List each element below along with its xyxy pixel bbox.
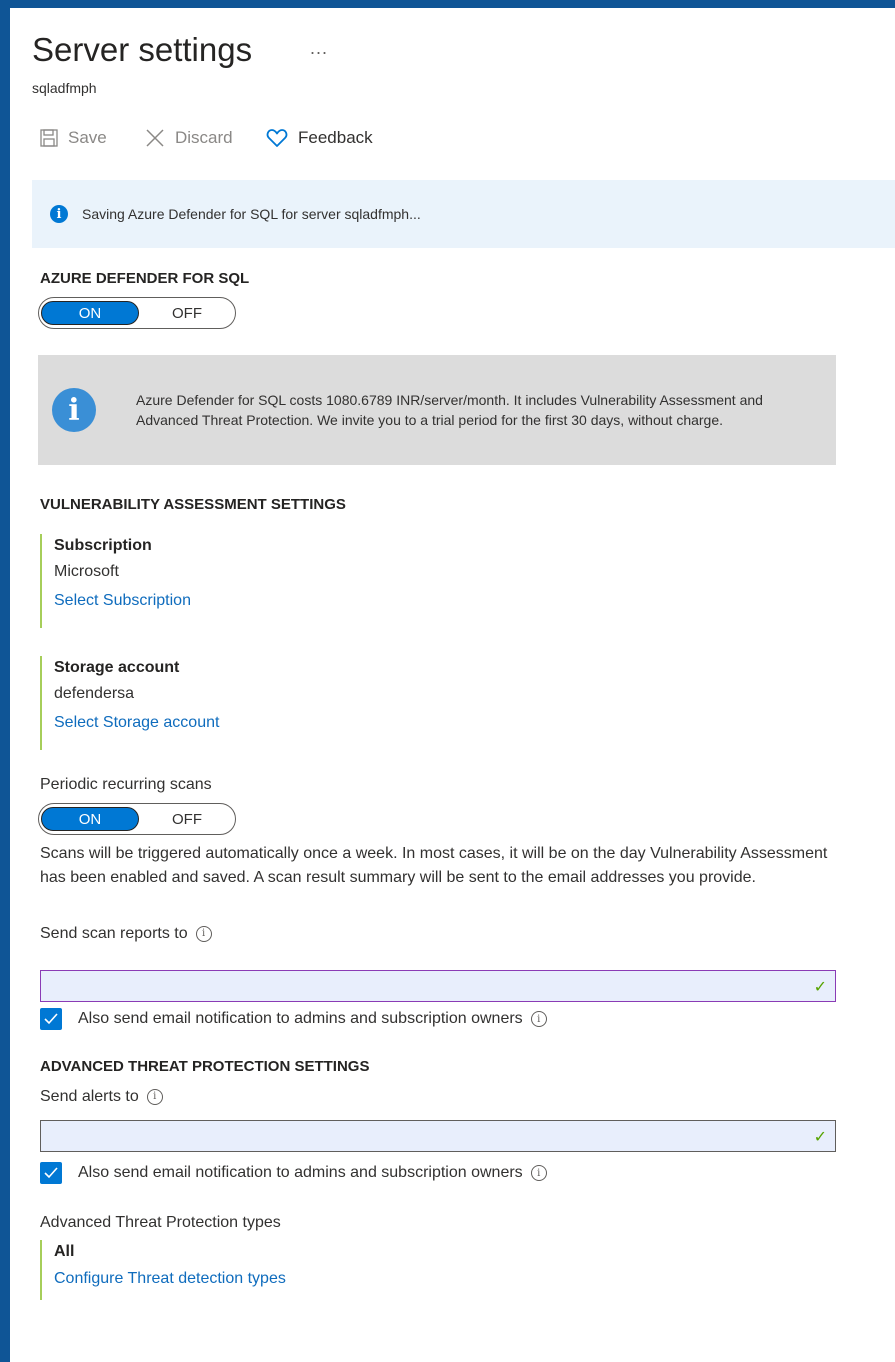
- toggle-on-option[interactable]: ON: [41, 807, 139, 831]
- save-button[interactable]: Save: [40, 124, 107, 152]
- atp-admin-notification-row: Also send email notification to admins a…: [40, 1162, 547, 1184]
- azure-defender-heading: AZURE DEFENDER FOR SQL: [40, 270, 250, 287]
- info-icon[interactable]: i: [195, 925, 212, 942]
- pricing-info-box: i Azure Defender for SQL costs 1080.6789…: [38, 355, 836, 465]
- saving-notification-banner: i Saving Azure Defender for SQL for serv…: [32, 180, 895, 248]
- va-admin-notification-row: Also send email notification to admins a…: [40, 1008, 547, 1030]
- send-alerts-label: Send alerts to i: [40, 1088, 163, 1106]
- select-subscription-link[interactable]: Select Subscription: [54, 586, 191, 616]
- atp-types-value: All: [54, 1243, 75, 1260]
- subscription-label: Subscription: [54, 537, 152, 554]
- discard-label: Discard: [175, 128, 233, 147]
- more-options-icon[interactable]: ...: [310, 38, 328, 59]
- atp-admin-notification-checkbox[interactable]: [40, 1162, 62, 1184]
- heart-icon: [266, 129, 288, 147]
- va-settings-heading: VULNERABILITY ASSESSMENT SETTINGS: [40, 496, 346, 513]
- send-alerts-input[interactable]: ✓: [40, 1120, 836, 1152]
- atp-types-field: All Configure Threat detection types: [40, 1240, 286, 1300]
- info-icon[interactable]: i: [530, 1165, 547, 1181]
- send-scan-reports-input[interactable]: ✓: [40, 970, 836, 1002]
- toggle-off-option[interactable]: OFF: [139, 305, 235, 322]
- save-label: Save: [68, 128, 107, 147]
- pricing-info-text: Azure Defender for SQL costs 1080.6789 I…: [136, 392, 763, 428]
- feedback-label: Feedback: [298, 128, 373, 147]
- server-name-subtitle: sqladfmph: [32, 80, 97, 96]
- azure-defender-toggle[interactable]: ON OFF: [38, 297, 236, 329]
- select-storage-account-link[interactable]: Select Storage account: [54, 708, 219, 738]
- info-icon: i: [50, 205, 68, 223]
- feedback-button[interactable]: Feedback: [266, 124, 373, 152]
- valid-check-icon: ✓: [813, 1129, 827, 1146]
- toggle-off-option[interactable]: OFF: [139, 811, 235, 828]
- va-admin-notification-checkbox[interactable]: [40, 1008, 62, 1030]
- checkmark-icon: [44, 1167, 58, 1179]
- atp-types-label: Advanced Threat Protection types: [40, 1214, 281, 1231]
- info-icon[interactable]: i: [530, 1011, 547, 1027]
- discard-button[interactable]: Discard: [145, 124, 233, 152]
- subscription-value: Microsoft: [54, 563, 119, 580]
- va-admin-notification-label: Also send email notification to admins a…: [78, 1010, 523, 1027]
- send-alerts-text: Send alerts to: [40, 1088, 139, 1105]
- server-settings-blade: Server settings ... sqladfmph Save Disca…: [10, 8, 895, 1362]
- page-title: Server settings: [32, 31, 253, 68]
- save-icon: [40, 129, 58, 147]
- periodic-scans-label: Periodic recurring scans: [40, 776, 212, 793]
- periodic-scans-toggle[interactable]: ON OFF: [38, 803, 236, 835]
- storage-account-label: Storage account: [54, 659, 180, 676]
- checkmark-icon: [44, 1013, 58, 1025]
- send-scan-reports-text: Send scan reports to: [40, 925, 188, 942]
- toggle-on-option[interactable]: ON: [41, 301, 139, 325]
- configure-threat-detection-link[interactable]: Configure Threat detection types: [54, 1264, 286, 1294]
- storage-account-value: defendersa: [54, 685, 135, 702]
- banner-text: Saving Azure Defender for SQL for server…: [82, 206, 421, 222]
- info-icon[interactable]: i: [146, 1088, 163, 1105]
- info-icon: i: [52, 388, 96, 432]
- storage-account-field: Storage account defendersa Select Storag…: [40, 656, 219, 750]
- periodic-scans-description: Scans will be triggered automatically on…: [40, 845, 828, 886]
- send-scan-reports-label: Send scan reports to i: [40, 925, 212, 943]
- close-icon: [146, 129, 164, 147]
- atp-admin-notification-label: Also send email notification to admins a…: [78, 1164, 523, 1181]
- atp-settings-heading: ADVANCED THREAT PROTECTION SETTINGS: [40, 1058, 370, 1075]
- valid-check-icon: ✓: [813, 979, 827, 996]
- subscription-field: Subscription Microsoft Select Subscripti…: [40, 534, 191, 628]
